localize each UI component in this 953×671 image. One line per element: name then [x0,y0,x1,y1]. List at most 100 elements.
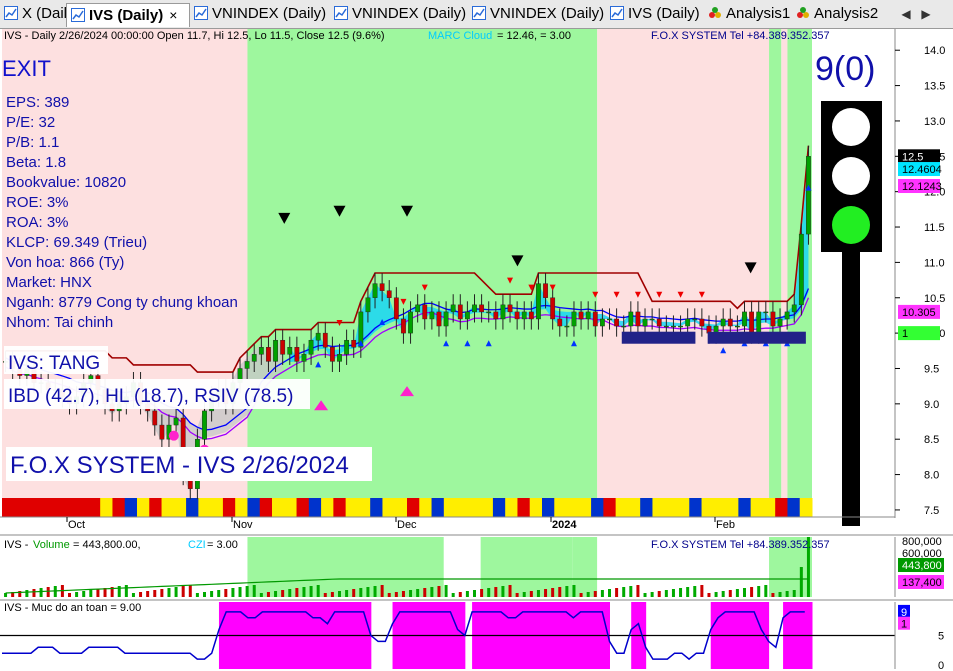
strip-cell [112,498,126,517]
price-badge-label: 12.1243 [902,181,942,193]
candle [379,283,385,291]
volume-bar [238,587,242,597]
strip-cell [443,498,457,517]
y-tick-label: 11.0 [924,257,945,269]
volume-bar [522,592,526,597]
candle [720,318,726,327]
strip-cell [615,498,629,517]
volume-bar [643,593,647,597]
volume-bar [721,591,725,597]
volume-bar [302,587,306,597]
y-tick-label: 9.0 [924,399,939,411]
volume-bar [437,586,441,597]
volume-bar [39,588,43,597]
volume-badge-label: 443,800 [902,560,942,572]
tab-label: VNINDEX (Daily) [352,5,467,22]
volume-background [572,537,598,597]
price-badge-label: 12.5 [902,151,923,163]
tab-6[interactable]: IVS (Daily) [606,3,704,27]
candle [692,318,698,321]
strip-cell [173,498,187,517]
strip-cell [394,498,408,517]
candle [564,325,570,328]
volume-bar [494,587,498,597]
volume-bar [629,586,633,597]
volume-bar [714,592,718,597]
candle [315,332,321,341]
strip-cell [296,498,310,517]
chart-icon [610,5,624,20]
volume-bar [203,592,206,597]
trend-background-bear [597,29,770,498]
safety-y-tick-label: 0 [938,660,944,671]
candle [663,325,669,328]
candle [351,339,357,348]
strip-cell [468,498,482,517]
candle [550,297,556,320]
strip-cell [419,498,433,517]
strip-cell [333,498,347,517]
price-badge-label: 12.4604 [902,164,942,176]
tab-8[interactable]: Analysis2 [792,3,882,27]
tab-4[interactable]: VNINDEX (Daily) [330,3,468,27]
strip-cell [591,498,604,517]
strip-cell [124,498,138,517]
volume-bar [707,593,711,597]
candle [671,325,676,328]
volume-bar [160,589,164,597]
candle [756,311,762,334]
strip-cell [775,498,788,517]
volume-header-label: Volume [33,539,70,551]
strip-cell [738,498,752,517]
volume-bar [68,593,71,597]
strip-cell [308,498,322,517]
candle [536,283,541,320]
tab-7[interactable]: Analysis1 [704,3,792,27]
strip-cell [701,498,715,517]
candle [301,354,307,362]
volume-bar [799,567,803,597]
banner-text: F.O.X SYSTEM - IVS 2/26/2024 [10,452,349,479]
candle [337,354,342,362]
price-header-right: F.O.X SYSTEM Tel +84.389.352.357 [651,30,830,42]
volume-bar [444,585,448,597]
fundamental-5: Bookvalue: 10820 [6,174,126,191]
score-text: 9(0) [815,50,875,88]
volume-bar [657,591,661,597]
candle [742,311,747,327]
fundamental-6: ROE: 3% [6,194,69,211]
fundamental-4: Beta: 1.8 [6,154,66,171]
volume-bar [565,586,569,597]
volume-bar [650,592,654,597]
tab-label: VNINDEX (Daily) [212,5,327,22]
tab-scroll-left-icon[interactable]: ◀ [897,4,915,24]
candle [308,339,314,355]
fundamental-11: Nganh: 8779 Cong ty chung khoan [6,294,238,311]
candle [365,297,371,313]
candle [408,311,413,334]
traffic-light-lamp-3 [832,206,870,244]
chart-icon [71,7,85,22]
close-icon[interactable]: × [169,4,177,26]
volume-bar [579,593,583,597]
chart-area: IVS - Daily 2/26/2024 00:00:00 Open 11.7… [0,29,953,671]
y-tick-label: 7.5 [924,505,939,517]
trend-background-bull [769,29,782,498]
strip-cell [284,498,298,517]
candle [152,410,158,426]
support-zone [621,331,696,344]
y-tick-label: 13.5 [924,81,945,93]
tab-5[interactable]: VNINDEX (Daily) [468,3,606,27]
candle [628,311,634,327]
tab-3[interactable]: VNINDEX (Daily) [190,3,330,27]
tab-2[interactable]: IVS (Daily) × [66,3,190,27]
tab-label: Analysis2 [814,5,879,22]
tab-scroll-right-icon[interactable]: ▶ [917,4,935,24]
volume-background [247,537,444,597]
volume-bar [501,586,505,597]
candle [329,347,335,362]
strip-cell [370,498,383,517]
volume-bar [188,585,192,597]
tab-1[interactable]: X (Daily) [0,3,80,27]
candle [514,311,520,320]
